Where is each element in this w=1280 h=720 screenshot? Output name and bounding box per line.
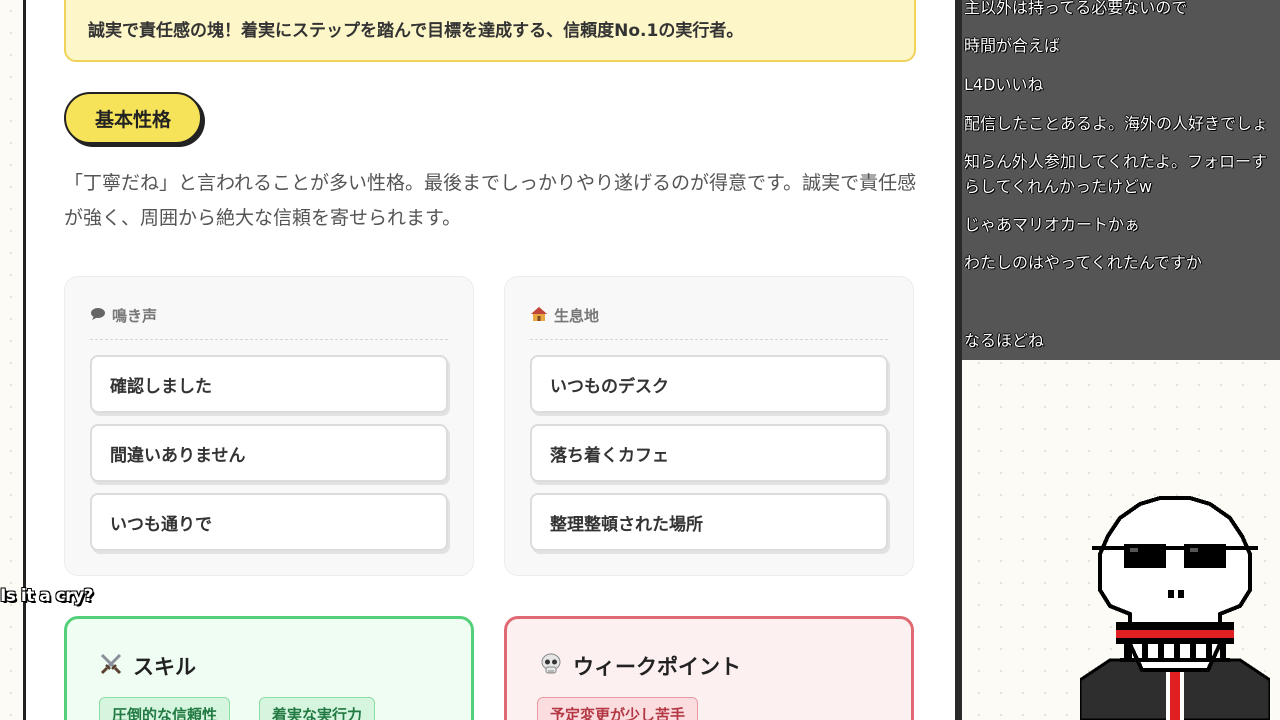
weak-point-card-title: ウィークポイント [539,651,741,681]
weak-point-card: ウィークポイント 予定変更が少し苦手 [504,616,914,720]
divider [530,339,888,340]
habitat-item: いつものデスク [530,355,888,413]
chat-message: 時間が合えば [964,36,1061,55]
voice-item: 確認しました [90,355,448,413]
section-title-pill: 基本性格 [64,92,202,144]
chat-message: 主以外は持ってる必要ないので [964,0,1188,17]
divider [90,339,448,340]
speech-icon [90,307,106,325]
skill-tag: 着実な実行力 [259,697,376,720]
chat-message: 知らん外人参加してくれたよ。フォローすらしてくれんかったけどw [964,152,1268,196]
skill-tag: 圧倒的な信頼性 [99,697,231,720]
skill-card: スキル 圧倒的な信頼性 着実な実行力 [64,616,474,720]
house-icon [530,306,548,326]
voice-item: 間違いありません [90,424,448,482]
left-border [0,0,26,720]
chat-message: わたしのはやってくれたんですか [964,253,1202,272]
subtitle-caption: Is it a cry? [0,586,94,606]
chat-message: L4Dいいね [964,75,1044,94]
personality-description: 「丁寧だね」と言われることが多い性格。最後までしっかりやり遂げるのが得意です。誠… [64,172,917,229]
chat-panel: 主以外は持ってる必要ないので 時間が合えば L4Dいいね 配信したことあるよ。海… [962,0,1280,360]
chat-message: なるほどね [964,331,1045,350]
habitat-item: 落ち着くカフェ [530,424,888,482]
skull-icon [539,652,563,681]
crossed-swords-icon [99,652,123,681]
voice-card: 鳴き声 確認しました 間違いありません いつも通りで [64,276,474,576]
weak-point-card-label: ウィークポイント [573,655,741,679]
habitat-item: 整理整頓された場所 [530,493,888,551]
habitat-card: 生息地 いつものデスク 落ち着くカフェ 整理整頓された場所 [504,276,914,576]
habitat-card-title: 生息地 [530,305,599,326]
voice-card-label: 鳴き声 [112,307,158,325]
content-divider [955,0,962,720]
habitat-card-label: 生息地 [554,307,600,325]
voice-item: いつも通りで [90,493,448,551]
skill-card-title: スキル [99,651,196,681]
pixel-skull-avatar-icon [1078,494,1272,720]
skill-card-label: スキル [133,655,196,679]
weak-point-tag: 予定変更が少し苦手 [537,697,699,720]
profile-page[interactable]: 誠実で責任感の塊！着実にステップを踏んで目標を達成する、信頼度No.1の実行者。… [26,0,956,720]
chat-message: じゃあマリオカートかぁ [964,215,1141,234]
chat-message: 配信したことあるよ。海外の人好きでしょ [964,114,1269,133]
voice-card-title: 鳴き声 [90,305,157,326]
tagline-box: 誠実で責任感の塊！着実にステップを踏んで目標を達成する、信頼度No.1の実行者。 [64,0,916,62]
